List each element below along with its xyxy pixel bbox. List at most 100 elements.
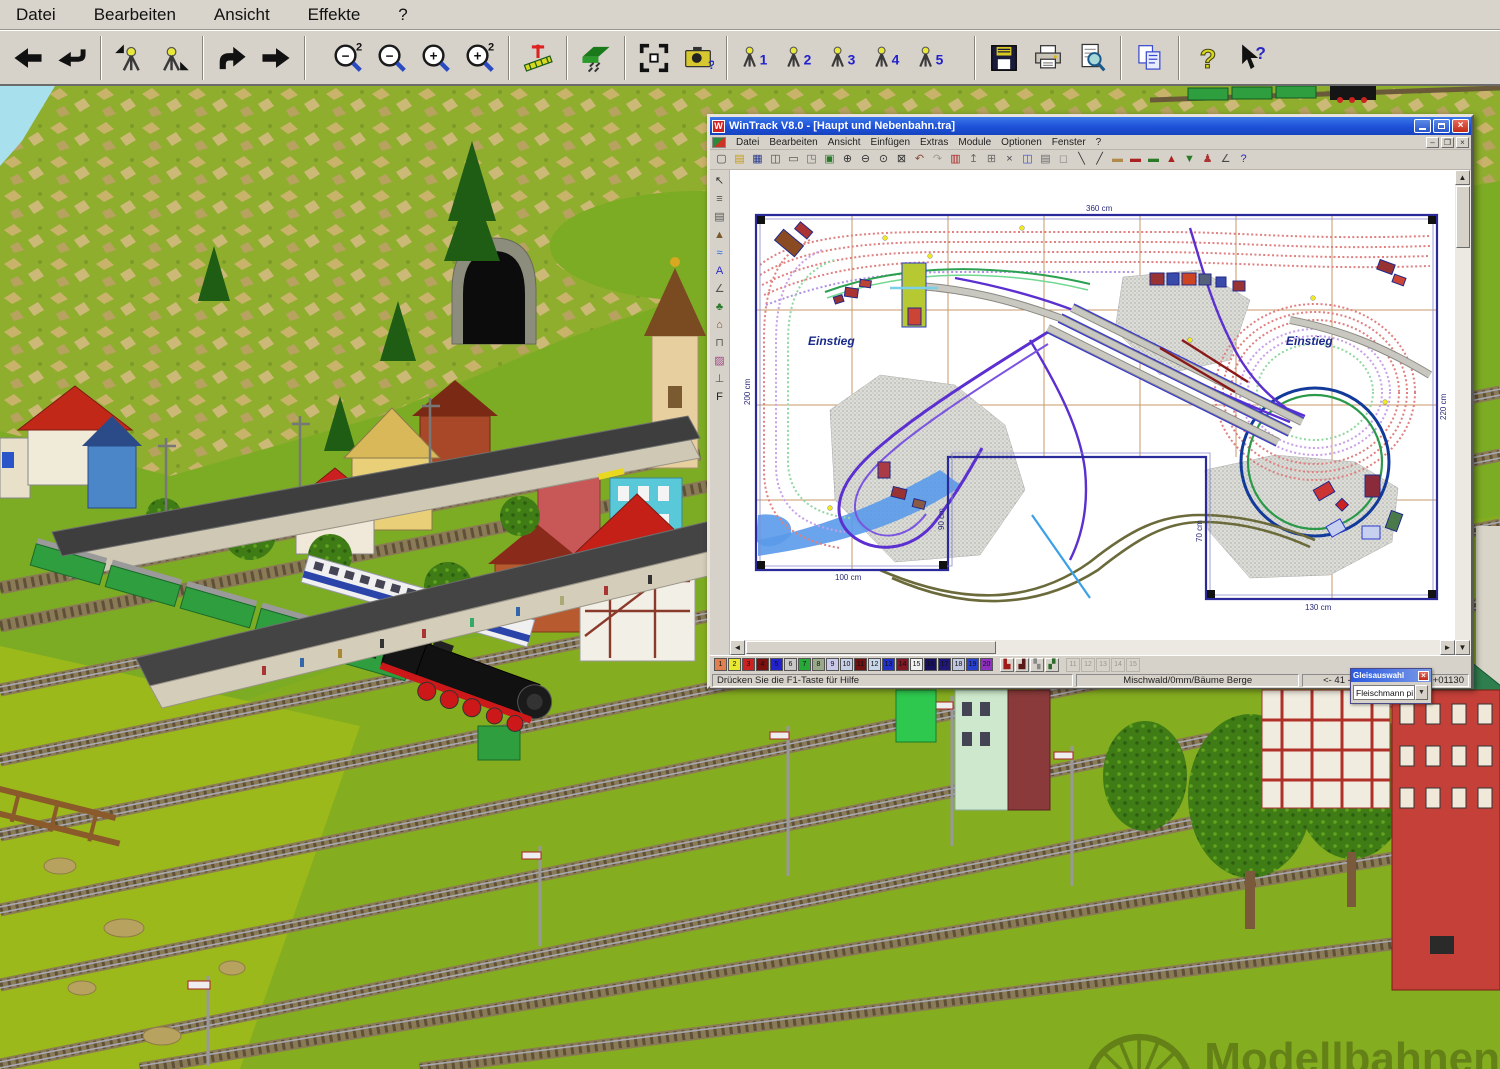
fkey-icon[interactable]: F	[711, 388, 728, 405]
chip-6[interactable]: 6	[784, 658, 797, 671]
chip-9[interactable]: 9	[826, 658, 839, 671]
ruler-icon[interactable]: ≡	[711, 190, 728, 207]
chevron-down-icon[interactable]: ▼	[1415, 685, 1428, 700]
undo-icon[interactable]: ↶	[911, 152, 928, 168]
restore-button[interactable]	[1433, 119, 1450, 133]
menu-help[interactable]: ?	[392, 3, 413, 27]
raise-icon[interactable]: ↥	[965, 152, 982, 168]
redo-icon[interactable]: ↷	[929, 152, 946, 168]
export-icon[interactable]: ◳	[803, 152, 820, 168]
chip-12[interactable]: 12	[868, 658, 881, 671]
track-plan-canvas[interactable]: Einstieg Einstieg 360 cm 200 cm 100 cm 9…	[730, 170, 1455, 655]
zoom-out-button[interactable]: −	[370, 34, 414, 82]
camera-position-4-button[interactable]: 4	[866, 34, 910, 82]
minimize-button[interactable]	[1414, 119, 1431, 133]
zoom-section-icon[interactable]: ⊙	[875, 152, 892, 168]
menu-datei[interactable]: Datei	[10, 3, 62, 27]
track-system-select[interactable]: Fleischmann pi	[1353, 685, 1415, 700]
chip-7[interactable]: 7	[798, 658, 811, 671]
mdi-minimize-button[interactable]: –	[1426, 137, 1439, 148]
line-icon[interactable]: ╲	[1073, 152, 1090, 168]
zoom-out-icon[interactable]: ⊖	[857, 152, 874, 168]
zoom-in-button[interactable]: +	[414, 34, 458, 82]
camera-lower-button[interactable]	[152, 34, 196, 82]
turn-right-button[interactable]	[210, 34, 254, 82]
scroll-up-icon[interactable]: ▲	[1455, 170, 1470, 185]
open-icon[interactable]: ▤	[731, 152, 748, 168]
wt-menu-einfuegen[interactable]: Einfügen	[866, 137, 915, 148]
new-icon[interactable]: ▢	[713, 152, 730, 168]
copy-button[interactable]	[1128, 34, 1172, 82]
mdi-restore-button[interactable]: ❒	[1441, 137, 1454, 148]
print-button[interactable]	[1026, 34, 1070, 82]
hscroll-thumb[interactable]	[746, 641, 996, 654]
context-help-button[interactable]: ?	[1230, 34, 1274, 82]
tunnel-button[interactable]	[574, 34, 618, 82]
paste-icon[interactable]: ▤	[1037, 152, 1054, 168]
gradient-icon[interactable]: ∠	[711, 280, 728, 297]
select-icon[interactable]: ◻	[1055, 152, 1072, 168]
bridge-icon[interactable]: ⊓	[711, 334, 728, 351]
chip-13[interactable]: 13	[882, 658, 895, 671]
view-forward-button[interactable]	[254, 34, 298, 82]
camera-raise-button[interactable]	[108, 34, 152, 82]
wt-menu-module[interactable]: Module	[953, 137, 996, 148]
signal-red-icon[interactable]: ▲	[1163, 152, 1180, 168]
save-icon[interactable]: ▦	[749, 152, 766, 168]
building-icon[interactable]: ⌂	[711, 316, 728, 333]
chip-11[interactable]: 11	[854, 658, 867, 671]
print-preview-icon[interactable]: ◫	[767, 152, 784, 168]
tree-icon[interactable]: ♣	[711, 298, 728, 315]
paint-icon[interactable]: ▨	[711, 352, 728, 369]
vscroll-thumb[interactable]	[1456, 186, 1470, 248]
chip-19[interactable]: 19	[966, 658, 979, 671]
chip-3[interactable]: 3	[742, 658, 755, 671]
zoom-all-icon[interactable]: ⊠	[893, 152, 910, 168]
chip-8[interactable]: 8	[812, 658, 825, 671]
wt-menu-fenster[interactable]: Fenster	[1047, 137, 1091, 148]
scroll-right-icon[interactable]: ►	[1440, 640, 1455, 655]
gleisauswahl-titlebar[interactable]: Gleisauswahl ×	[1351, 669, 1431, 682]
text-icon[interactable]: A	[711, 262, 728, 279]
scroll-left-icon[interactable]: ◄	[730, 640, 745, 655]
chip-17[interactable]: 17	[938, 658, 951, 671]
slope-icon[interactable]: ╱	[1091, 152, 1108, 168]
chip-15[interactable]: 15	[910, 658, 923, 671]
view-return-button[interactable]	[50, 34, 94, 82]
train-icon[interactable]: ▞	[1045, 658, 1059, 672]
loco-dark-icon[interactable]: ▟	[1015, 658, 1029, 672]
wt-menu-extras[interactable]: Extras	[915, 137, 953, 148]
chip-1[interactable]: 1	[714, 658, 727, 671]
chip-14[interactable]: 14	[896, 658, 909, 671]
zoom-out-2x-button[interactable]: −2	[326, 34, 370, 82]
copy-icon[interactable]: ◫	[1019, 152, 1036, 168]
horizontal-scrollbar[interactable]: ◄ ►	[730, 640, 1455, 655]
wintrack-titlebar[interactable]: W WinTrack V8.0 - [Haupt und Nebenbahn.t…	[710, 117, 1471, 135]
wt-menu-help[interactable]: ?	[1091, 137, 1107, 148]
signal-green-icon[interactable]: ▼	[1181, 152, 1198, 168]
menu-bearbeiten[interactable]: Bearbeiten	[88, 3, 182, 27]
chip-10[interactable]: 10	[840, 658, 853, 671]
wagon-icon[interactable]: ▚	[1030, 658, 1044, 672]
wt-menu-bearbeiten[interactable]: Bearbeiten	[764, 137, 822, 148]
chip-20[interactable]: 20	[980, 658, 993, 671]
loco-red-icon[interactable]: ▙	[1000, 658, 1014, 672]
wt-menu-datei[interactable]: Datei	[731, 137, 764, 148]
wt-menu-optionen[interactable]: Optionen	[996, 137, 1047, 148]
measure2-icon[interactable]: ⊥	[711, 370, 728, 387]
measure-icon[interactable]: ∠	[1217, 152, 1234, 168]
cut-icon[interactable]: ×	[1001, 152, 1018, 168]
menu-effekte[interactable]: Effekte	[302, 3, 367, 27]
camera-position-3-button[interactable]: 3	[822, 34, 866, 82]
menu-ansicht[interactable]: Ansicht	[208, 3, 276, 27]
zoom-in-2x-button[interactable]: +2	[458, 34, 502, 82]
terrain-icon[interactable]: ▲	[711, 226, 728, 243]
track-flex-icon[interactable]: ▬	[1145, 152, 1162, 168]
figure-icon[interactable]: ♟	[1199, 152, 1216, 168]
fit-view-button[interactable]	[632, 34, 676, 82]
snapshot-button[interactable]: ?	[676, 34, 720, 82]
chip-2[interactable]: 2	[728, 658, 741, 671]
vertical-scrollbar[interactable]: ▲ ▼	[1455, 170, 1471, 655]
wt-menu-ansicht[interactable]: Ansicht	[823, 137, 866, 148]
image-icon[interactable]: ▣	[821, 152, 838, 168]
